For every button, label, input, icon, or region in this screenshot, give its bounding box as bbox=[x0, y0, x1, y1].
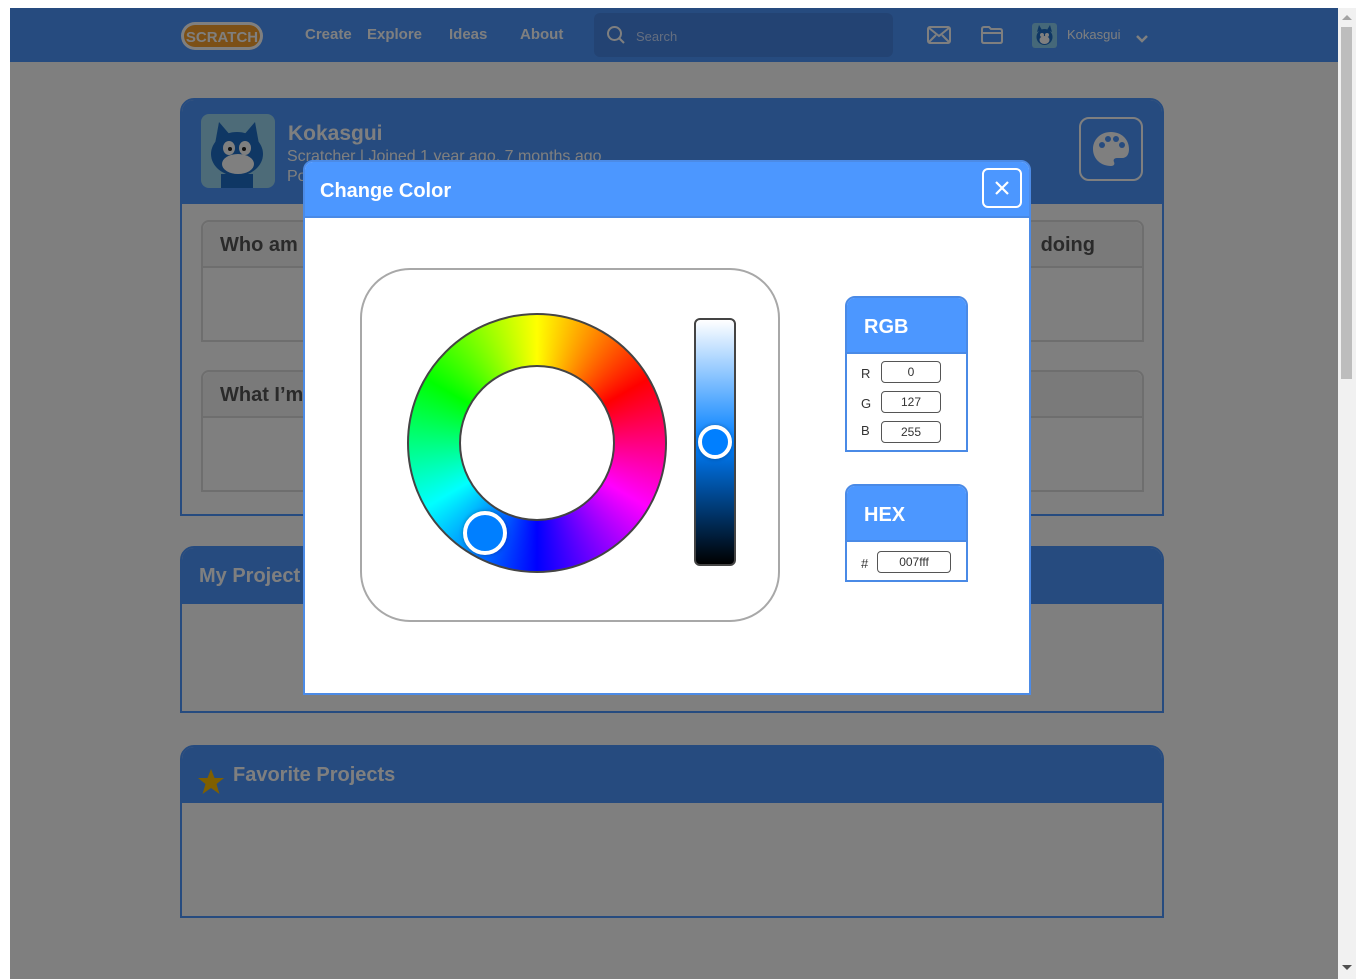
hex-input[interactable] bbox=[877, 551, 951, 573]
rgb-row-b: B bbox=[847, 418, 966, 448]
g-label: G bbox=[861, 396, 872, 411]
page-scrollbar[interactable] bbox=[1338, 8, 1356, 979]
close-button[interactable] bbox=[982, 168, 1022, 208]
rgb-panel: RGB R G B bbox=[845, 296, 968, 452]
modal-title: Change Color bbox=[320, 180, 452, 202]
browser-viewport: SCRATCH Create Explore Ideas About Kokas… bbox=[10, 8, 1338, 979]
change-color-modal: Change Color RGB R G bbox=[303, 160, 1031, 695]
hex-title: HEX bbox=[847, 486, 966, 542]
rgb-row-r: R bbox=[847, 358, 966, 388]
g-input[interactable] bbox=[881, 391, 941, 413]
b-label: B bbox=[861, 423, 870, 438]
brightness-handle[interactable] bbox=[698, 425, 732, 459]
hue-wheel-center bbox=[459, 365, 615, 521]
scroll-up-arrow-icon[interactable] bbox=[1342, 15, 1352, 20]
hue-wheel[interactable] bbox=[407, 313, 667, 573]
r-label: R bbox=[861, 366, 871, 381]
rgb-row-g: G bbox=[847, 388, 966, 418]
scroll-down-arrow-icon[interactable] bbox=[1342, 965, 1352, 970]
color-picker-frame bbox=[360, 268, 780, 622]
rgb-title: RGB bbox=[847, 298, 966, 354]
hex-row: # bbox=[847, 548, 966, 578]
r-input[interactable] bbox=[881, 361, 941, 383]
b-input[interactable] bbox=[881, 421, 941, 443]
hex-panel: HEX # bbox=[845, 484, 968, 582]
close-icon bbox=[995, 181, 1009, 195]
brightness-slider[interactable] bbox=[694, 318, 736, 566]
modal-header: Change Color bbox=[305, 162, 1029, 218]
hue-handle[interactable] bbox=[463, 511, 507, 556]
hex-prefix: # bbox=[861, 556, 869, 571]
scroll-thumb[interactable] bbox=[1341, 27, 1352, 379]
